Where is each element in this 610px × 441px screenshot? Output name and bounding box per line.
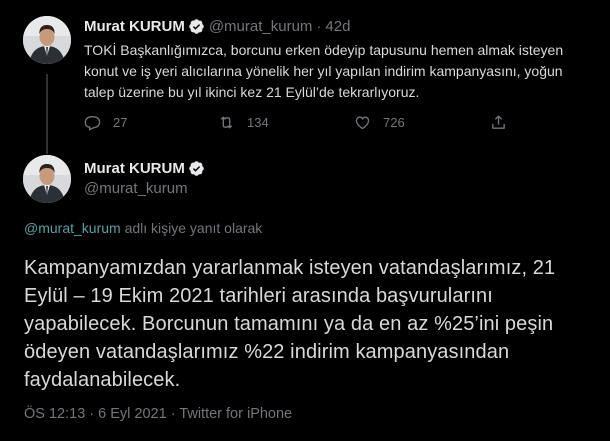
- reply-to-mention-link[interactable]: @murat_kurum: [24, 220, 121, 236]
- share-icon: [492, 115, 505, 129]
- author-row: Murat KURUM: [84, 158, 205, 178]
- reply-count: 27: [113, 115, 128, 130]
- separator-dot: ·: [316, 17, 322, 35]
- verified-badge-icon: [189, 18, 204, 34]
- thread-connector-line: [46, 74, 48, 154]
- tweet-actions-bar: 27 134 726: [84, 114, 524, 132]
- retweet-icon: [220, 116, 233, 129]
- verified-badge-icon: [189, 160, 204, 176]
- author-display-name[interactable]: Murat KURUM: [84, 18, 185, 35]
- author-handle[interactable]: @murat_kurum: [209, 18, 313, 35]
- heart-icon: [355, 116, 370, 130]
- share-button[interactable]: [490, 114, 507, 131]
- reply-context-label: adlı kişiye yanıt olarak: [120, 220, 263, 236]
- tweet-relative-time[interactable]: 42d: [325, 18, 350, 35]
- avatar[interactable]: [23, 16, 71, 64]
- author-row: Murat KURUM @murat_kurum · 42d: [84, 16, 350, 36]
- like-button[interactable]: 726: [354, 114, 405, 131]
- parent-tweet[interactable]: Murat KURUM @murat_kurum · 42d TOKİ Başk…: [0, 0, 610, 154]
- like-count: 726: [383, 115, 405, 130]
- tweet-timestamp-source[interactable]: ÖS 12:13 · 6 Eyl 2021 · Twitter for iPho…: [24, 406, 292, 422]
- author-handle[interactable]: @murat_kurum: [84, 180, 188, 197]
- reply-context: @murat_kurum adlı kişiye yanıt olarak: [24, 220, 262, 236]
- parent-tweet-text: TOKİ Başkanlığımızca, borcunu erken ödey…: [84, 42, 564, 100]
- author-display-name[interactable]: Murat KURUM: [84, 160, 185, 177]
- tweet-thread: Murat KURUM @murat_kurum · 42d TOKİ Başk…: [0, 0, 610, 441]
- main-tweet-text: Kampanyamızdan yararlanmak isteyen vatan…: [24, 257, 556, 391]
- retweet-count: 134: [247, 115, 269, 130]
- reply-button[interactable]: 27: [84, 114, 127, 131]
- retweet-button[interactable]: 134: [218, 114, 269, 131]
- reply-icon: [84, 116, 101, 131]
- avatar[interactable]: [23, 155, 71, 203]
